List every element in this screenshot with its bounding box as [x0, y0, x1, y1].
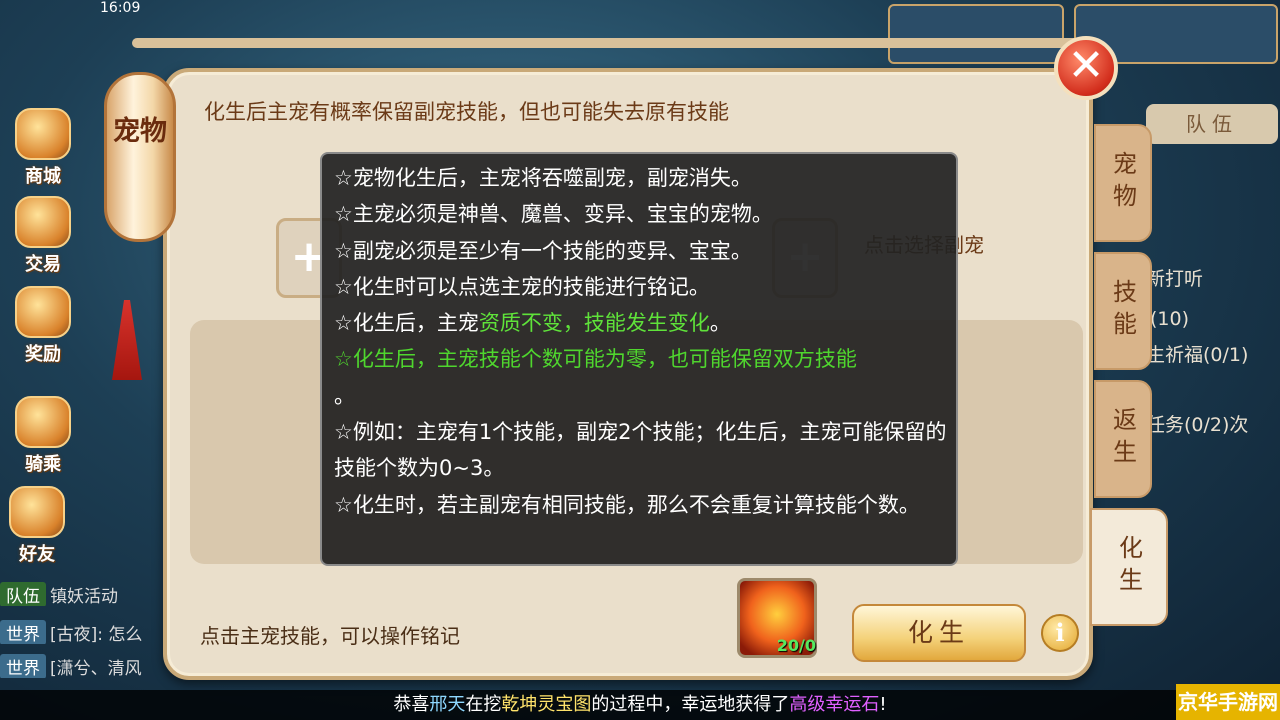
friend-face-icon: [9, 486, 65, 538]
broadcast-map[interactable]: 乾坤灵宝图: [501, 694, 591, 715]
quest-text[interactable]: 新打听: [1146, 264, 1203, 291]
pet-portrait-frame[interactable]: [888, 4, 1064, 64]
rule-highlight: 资质不变，技能发生变化: [478, 311, 710, 336]
sheep-icon: [15, 396, 71, 448]
trade-button[interactable]: 交易: [8, 196, 78, 276]
broadcast-text: 恭喜: [393, 694, 430, 715]
close-button[interactable]: ✕: [1054, 36, 1118, 100]
rule-text: 。: [709, 311, 731, 336]
chat-channel-tag: 队伍: [0, 582, 46, 606]
gift-icon: [15, 286, 71, 338]
rule-line: ☆化生时，若主副宠有相同技能，那么不会重复计算技能个数。: [334, 492, 920, 517]
status-time: 16:09: [100, 0, 141, 16]
tab-revive[interactable]: 返生: [1094, 380, 1152, 498]
panel-top-rail: [132, 38, 1082, 48]
mount-button[interactable]: 骑乘: [8, 396, 78, 476]
trade-label: 交易: [25, 254, 61, 275]
tab-skill[interactable]: 技能: [1094, 252, 1152, 370]
team-button[interactable]: 队伍: [1146, 104, 1278, 144]
rule-line: ☆例如：主宠有1个技能，副宠2个技能；化生后，主宠可能保留的技能个数为0~3。: [334, 420, 947, 481]
friends-label: 好友: [19, 544, 55, 565]
rule-line: ☆主宠必须是神兽、魔兽、变异、宝宝的宠物。: [334, 202, 773, 227]
rule-text: ☆化生后，主宠: [334, 311, 479, 336]
rule-line: ☆化生后，主宠资质不变，技能发生变化。: [334, 305, 948, 341]
chat-channel-tag: 世界: [0, 620, 46, 644]
shop-label: 商城: [25, 166, 61, 187]
tab-rebirth[interactable]: 化生: [1090, 508, 1168, 626]
chat-line[interactable]: 世界 [古夜]: 怎么: [0, 620, 160, 644]
chat-text: 镇妖活动: [50, 587, 118, 606]
shop-icon: [15, 108, 71, 160]
rule-line: ☆化生时可以点选主宠的技能进行铭记。: [334, 274, 710, 299]
panel-description: 化生后主宠有概率保留副宠技能，但也可能失去原有技能: [204, 100, 729, 124]
friends-button[interactable]: 好友: [2, 486, 72, 566]
broadcast-text: 在挖: [465, 694, 502, 715]
reward-button[interactable]: 奖励: [8, 286, 78, 366]
engrave-hint: 点击主宠技能，可以操作铭记: [200, 624, 460, 648]
broadcast-text: !: [879, 694, 887, 715]
info-icon[interactable]: i: [1041, 614, 1079, 652]
close-icon: ✕: [1067, 40, 1105, 91]
lantern-emblem: [104, 72, 176, 242]
rule-line-end: 。: [334, 383, 355, 408]
site-watermark: 京华手游网: [1176, 684, 1280, 720]
rule-line: ☆宠物化生后，主宠将吞噬副宠，副宠消失。: [334, 166, 752, 190]
rebirth-rules-tooltip: ☆宠物化生后，主宠将吞噬副宠，副宠消失。 ☆主宠必须是神兽、魔兽、变异、宝宝的宠…: [320, 152, 958, 566]
mount-label: 骑乘: [25, 454, 61, 475]
system-broadcast: 恭喜邢天在挖乾坤灵宝图的过程中，幸运地获得了高级幸运石!: [0, 690, 1280, 720]
cat-icon: [15, 196, 71, 248]
rule-line: ☆副宠必须是至少有一个技能的变异、宝宝。: [334, 238, 752, 263]
rebirth-button[interactable]: 化生: [852, 604, 1026, 662]
quest-text[interactable]: 任务(0/2)次: [1146, 410, 1248, 437]
tab-pet[interactable]: 宠物: [1094, 124, 1152, 242]
shop-button[interactable]: 商城: [8, 108, 78, 188]
chat-line[interactable]: 世界 [潇兮、清风: [0, 654, 160, 678]
chat-line[interactable]: 队伍 镇妖活动: [0, 582, 160, 606]
broadcast-item[interactable]: 高级幸运石: [789, 694, 879, 715]
quest-text[interactable]: 生祈福(0/1): [1146, 340, 1248, 367]
reward-label: 奖励: [25, 344, 61, 365]
rule-line-highlight: ☆化生后，主宠技能个数可能为零，也可能保留双方技能: [334, 347, 857, 372]
quest-text[interactable]: (10): [1150, 308, 1189, 330]
chat-channel-tag: 世界: [0, 654, 46, 678]
broadcast-text: 的过程中，幸运地获得了: [591, 694, 790, 715]
chat-text: [潇兮、清风: [50, 659, 142, 678]
tassel-ornament: [112, 300, 142, 380]
chat-text: [古夜]: 怎么: [50, 625, 143, 644]
panel-category-label: 宠物: [113, 116, 167, 147]
item-count: 20/0: [776, 636, 816, 655]
broadcast-player[interactable]: 邢天: [429, 694, 465, 715]
